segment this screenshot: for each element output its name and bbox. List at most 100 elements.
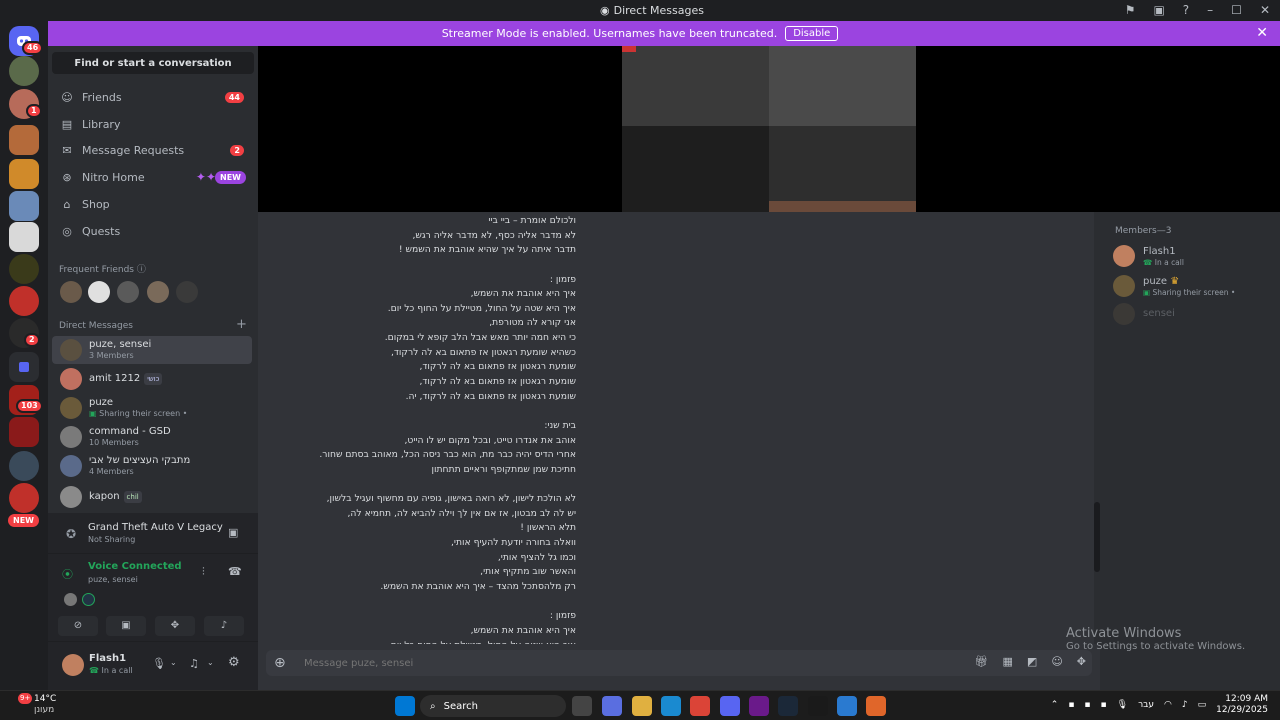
screen-icon[interactable]: ▣: [1153, 3, 1164, 17]
discord-icon[interactable]: [720, 696, 740, 716]
server-icon[interactable]: [9, 159, 39, 189]
close-button[interactable]: ✕: [1260, 3, 1270, 17]
member-name: puze ♛: [1143, 275, 1180, 287]
settings-gear-icon[interactable]: ⚙: [228, 655, 240, 670]
participant-avatar[interactable]: [64, 593, 77, 606]
weather-widget[interactable]: 9+ 14°C מעונן: [12, 693, 56, 716]
gif-icon[interactable]: ▦: [1003, 655, 1013, 668]
chevron-up-icon[interactable]: ⌃: [1051, 700, 1059, 710]
stream-view[interactable]: [258, 46, 1280, 212]
taskbar-search[interactable]: ⌕ Search: [420, 695, 566, 717]
frequent-friend-avatar[interactable]: [60, 281, 82, 303]
nav-shop[interactable]: ⌂ Shop: [52, 192, 254, 216]
info-icon: ⓘ: [136, 265, 146, 275]
server-icon[interactable]: [9, 191, 39, 221]
chevron-down-icon[interactable]: ⌄: [207, 658, 214, 667]
dm-item[interactable]: command - GSD 10 Members: [52, 423, 252, 451]
edge-icon[interactable]: [661, 696, 681, 716]
message-area[interactable]: ולכולם אומרת – ביי ביי לא מדבר אליה כסף, …: [258, 212, 1100, 644]
microphone-icon[interactable]: 🎙︎: [152, 657, 166, 670]
signal-icon[interactable]: ⦿: [62, 566, 73, 582]
member-item[interactable]: puze ♛ ▣ Sharing their screen •: [1113, 272, 1273, 300]
message-input[interactable]: [304, 654, 904, 672]
apps-icon[interactable]: ✥: [1077, 655, 1086, 668]
gift-icon[interactable]: 🎁︎: [975, 655, 989, 668]
copilot-icon[interactable]: [602, 696, 622, 716]
noise-suppression-icon[interactable]: ⫶: [202, 565, 205, 579]
steam-icon[interactable]: [778, 696, 798, 716]
server-icon[interactable]: [9, 286, 39, 316]
server-icon[interactable]: [9, 451, 39, 481]
language-indicator[interactable]: עבר: [1138, 700, 1154, 710]
member-sub: ☎ In a call: [1143, 257, 1184, 267]
nav-quests[interactable]: ◎ Quests: [52, 219, 254, 243]
server-icon[interactable]: [9, 125, 39, 155]
help-icon[interactable]: ?: [1183, 3, 1189, 17]
folder-icon[interactable]: [9, 352, 39, 382]
participant-avatar[interactable]: [82, 593, 95, 606]
server-icon[interactable]: [9, 222, 39, 252]
frequent-friend-avatar[interactable]: [147, 281, 169, 303]
minimize-button[interactable]: –: [1207, 3, 1213, 17]
chevron-down-icon[interactable]: ⌄: [170, 658, 177, 667]
server-icon[interactable]: [9, 254, 39, 284]
battery-icon[interactable]: ▭: [1198, 700, 1207, 710]
emoji-icon[interactable]: ☺: [1051, 655, 1062, 668]
chrome-icon[interactable]: [690, 696, 710, 716]
frequent-friend-avatar[interactable]: [176, 281, 198, 303]
notepad-icon[interactable]: [837, 696, 857, 716]
tray-app-icon[interactable]: ▪: [1068, 700, 1074, 710]
screen-share-button[interactable]: ▣: [106, 616, 146, 636]
member-item[interactable]: Flash1 ☎ In a call: [1113, 242, 1273, 270]
app-icon[interactable]: [866, 696, 886, 716]
nav-message-requests[interactable]: ✉ Message Requests 2: [52, 138, 254, 162]
add-attachment-icon[interactable]: ⊕: [274, 655, 286, 671]
nexus-icon[interactable]: [749, 696, 769, 716]
dm-item[interactable]: puze ▣ Sharing their screen •: [52, 394, 252, 422]
server-icon[interactable]: [9, 417, 39, 447]
maximize-button[interactable]: ☐: [1231, 3, 1242, 17]
tray-app-icon[interactable]: ▪: [1101, 700, 1107, 710]
volume-icon[interactable]: ♪: [1182, 700, 1188, 710]
message-content: ולכולם אומרת – ביי ביי לא מדבר אליה כסף, …: [306, 214, 576, 644]
disconnect-icon[interactable]: ☎: [228, 565, 242, 578]
app-icon[interactable]: [808, 696, 828, 716]
dm-item[interactable]: puze, sensei 3 Members: [52, 336, 252, 364]
server-icon[interactable]: [9, 56, 39, 86]
member-item[interactable]: sensei: [1113, 300, 1273, 328]
find-conversation-button[interactable]: Find or start a conversation: [52, 52, 254, 74]
dm-item[interactable]: kapon chil: [52, 483, 252, 511]
banner-close-icon[interactable]: ✕: [1256, 25, 1268, 41]
share-screen-icon[interactable]: ▣: [228, 526, 238, 539]
microphone-icon[interactable]: 🎙︎: [1117, 700, 1128, 710]
frequent-friend-avatar[interactable]: [88, 281, 110, 303]
avatar[interactable]: [62, 654, 84, 676]
headphones-icon[interactable]: ♫: [189, 657, 199, 670]
nav-friends[interactable]: ☺ Friends 44: [52, 85, 254, 109]
create-dm-icon[interactable]: +: [236, 317, 247, 332]
dm-item[interactable]: מתבקי העציצים של אבי 4 Members: [52, 452, 252, 480]
user-name[interactable]: Flash1: [89, 653, 126, 664]
clock[interactable]: 12:09 AM 12/29/2025: [1216, 694, 1268, 716]
voice-channel[interactable]: puze, sensei: [88, 575, 138, 584]
soundboard-button[interactable]: ♪: [204, 616, 244, 636]
activities-button[interactable]: ✥: [155, 616, 195, 636]
tray-app-icon[interactable]: ▪: [1084, 700, 1090, 710]
clock-date: 12/29/2025: [1216, 705, 1268, 715]
nav-library[interactable]: ▤ Library: [52, 112, 254, 136]
title-bar: ◉ Direct Messages ⚑ ▣ ? – ☐ ✕: [0, 0, 1280, 21]
message-line: תדבר איתה על איך שהיא אוהבת את השמש !: [398, 244, 576, 256]
camera-off-button[interactable]: ⊘: [58, 616, 98, 636]
library-icon: ▤: [61, 117, 73, 131]
frequent-friend-avatar[interactable]: [117, 281, 139, 303]
wifi-icon[interactable]: ◠: [1164, 700, 1172, 710]
nav-nitro-home[interactable]: ⊛ Nitro Home ✦✦ NEW: [52, 165, 254, 189]
server-icon[interactable]: [9, 483, 39, 513]
task-view-icon[interactable]: [572, 696, 592, 716]
start-button[interactable]: [395, 696, 415, 716]
file-explorer-icon[interactable]: [632, 696, 652, 716]
sticker-icon[interactable]: ◩: [1027, 655, 1037, 668]
inbox-icon[interactable]: ⚑: [1125, 3, 1136, 17]
dm-item[interactable]: amit 1212 כושי: [52, 365, 252, 393]
disable-button[interactable]: Disable: [785, 26, 839, 41]
